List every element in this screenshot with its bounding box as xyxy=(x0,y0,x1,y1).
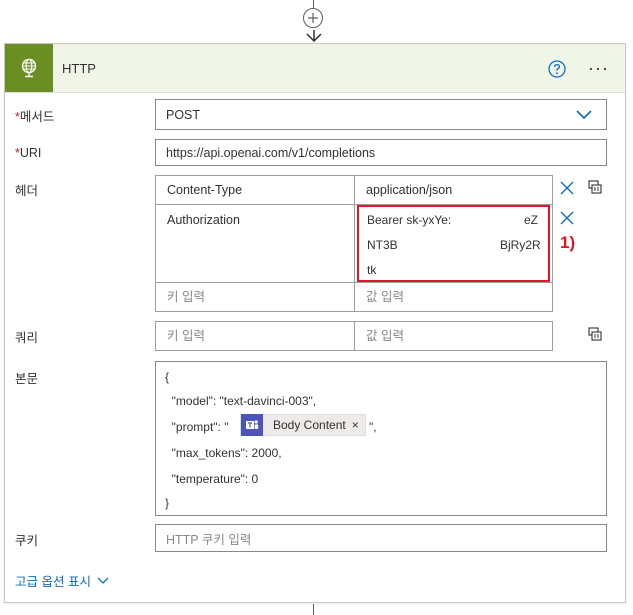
header-key-text: Content-Type xyxy=(167,183,243,197)
method-select[interactable]: POST xyxy=(155,99,607,130)
token-label: Body Content xyxy=(273,418,346,432)
cookie-label: 쿠키 xyxy=(15,534,39,548)
query-key-placeholder: 키 입력 xyxy=(167,329,205,343)
body-line: { xyxy=(165,370,170,384)
teams-icon xyxy=(241,414,263,436)
remove-header-icon[interactable] xyxy=(560,181,574,195)
card-title: HTTP xyxy=(62,61,96,76)
header-value-text: application/json xyxy=(366,183,453,197)
header-key-input-empty[interactable]: 키 입력 xyxy=(155,282,355,312)
add-step-button[interactable] xyxy=(303,8,323,28)
uri-value: https://api.openai.com/v1/completions xyxy=(166,145,376,160)
header-key-input[interactable]: Content-Type xyxy=(155,175,355,205)
connector-line-top xyxy=(313,0,314,8)
queries-label: 쿼리 xyxy=(15,331,39,345)
http-globe-icon xyxy=(5,44,53,92)
body-line: } xyxy=(165,496,170,510)
body-line: "prompt": " xyxy=(165,420,229,434)
uri-label: *URI xyxy=(15,146,42,160)
card-header[interactable]: HTTP ··· xyxy=(5,44,625,93)
cookie-input[interactable]: HTTP 쿠키 입력 xyxy=(155,524,607,552)
annotation-label: 1) xyxy=(560,233,576,252)
arrow-down-icon xyxy=(306,30,322,42)
body-line-suffix: ", xyxy=(369,420,377,434)
header-value-input[interactable]: application/json xyxy=(354,175,553,205)
header-key-input[interactable]: Authorization xyxy=(155,204,355,283)
query-value-input[interactable]: 값 입력 xyxy=(354,321,553,351)
header-key-text: Authorization xyxy=(167,213,240,227)
body-editor[interactable]: { "model": "text-davinci-003", "prompt":… xyxy=(155,361,607,516)
help-icon[interactable] xyxy=(548,60,566,78)
body-line: "model": "text-davinci-003", xyxy=(165,394,317,408)
chevron-down-icon xyxy=(97,577,109,584)
uri-input[interactable]: https://api.openai.com/v1/completions xyxy=(155,139,607,166)
query-key-input[interactable]: 키 입력 xyxy=(155,321,355,351)
method-value: POST xyxy=(166,107,201,122)
header-value-placeholder: 값 입력 xyxy=(366,290,404,304)
body-line: "max_tokens": 2000, xyxy=(165,446,282,460)
body-line: "temperature": 0 xyxy=(165,472,259,486)
method-label: *메서드 xyxy=(15,110,55,124)
connector-line-bottom xyxy=(313,604,314,615)
remove-header-icon[interactable] xyxy=(560,211,574,225)
header-value-input-empty[interactable]: 값 입력 xyxy=(354,282,553,312)
switch-to-text-mode-icon[interactable] xyxy=(587,326,603,342)
body-label: 본문 xyxy=(15,372,39,386)
more-options-icon[interactable]: ··· xyxy=(588,58,609,79)
show-advanced-options-link[interactable]: 고급 옵션 표시 xyxy=(15,571,109,590)
token-remove-icon[interactable]: × xyxy=(352,418,365,432)
annotation-highlight-box xyxy=(357,205,550,282)
chevron-down-icon xyxy=(576,110,592,120)
query-value-placeholder: 값 입력 xyxy=(366,329,404,343)
switch-to-text-mode-icon[interactable] xyxy=(587,179,603,195)
headers-label: 헤더 xyxy=(15,184,39,198)
plus-icon xyxy=(308,13,318,23)
cookie-placeholder: HTTP 쿠키 입력 xyxy=(166,532,252,547)
header-key-placeholder: 키 입력 xyxy=(167,290,205,304)
body-content-token[interactable]: Body Content × xyxy=(240,414,366,436)
advanced-label: 고급 옵션 표시 xyxy=(15,575,91,589)
